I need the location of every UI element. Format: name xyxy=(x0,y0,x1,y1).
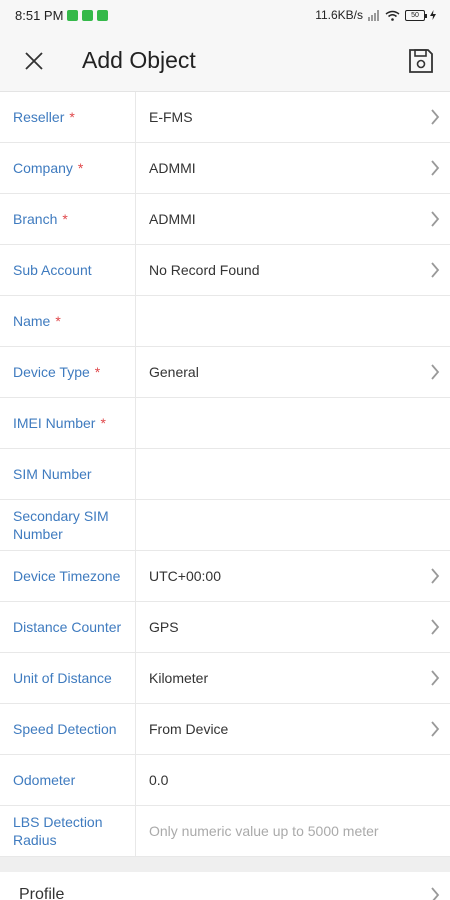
form-row[interactable]: Reseller * E-FMS xyxy=(0,92,450,143)
wifi-icon xyxy=(385,10,400,21)
chevron-right-icon xyxy=(420,653,450,703)
form-row[interactable]: LBS Detection Radius Only numeric value u… xyxy=(0,806,450,857)
status-time: 8:51 PM xyxy=(15,7,64,23)
field-label: Sub Account xyxy=(0,245,136,295)
chevron-right-icon xyxy=(420,602,450,652)
form-row[interactable]: Sub Account No Record Found xyxy=(0,245,450,296)
field-value[interactable]: General xyxy=(136,347,420,397)
required-marker: * xyxy=(55,313,61,329)
field-value[interactable] xyxy=(136,449,450,499)
field-value[interactable]: Kilometer xyxy=(136,653,420,703)
notification-icon xyxy=(97,9,109,21)
object-form: Reseller * E-FMS Company * ADMMI Branch * ADMMI S… xyxy=(0,92,450,857)
field-label-text: LBS Detection Radius xyxy=(13,814,103,848)
field-value[interactable] xyxy=(136,500,450,550)
field-label: IMEI Number * xyxy=(0,398,136,448)
field-label-text: Reseller xyxy=(13,109,65,125)
chevron-right-icon xyxy=(420,92,450,142)
field-label: Secondary SIM Number xyxy=(0,500,136,550)
chevron-right-icon xyxy=(420,194,450,244)
chevron-right-icon xyxy=(420,704,450,754)
field-value[interactable]: From Device xyxy=(136,704,420,754)
form-row[interactable]: Secondary SIM Number xyxy=(0,500,450,551)
save-button[interactable] xyxy=(406,46,436,76)
form-row[interactable]: Branch * ADMMI xyxy=(0,194,450,245)
close-icon xyxy=(25,51,43,70)
field-label: Branch * xyxy=(0,194,136,244)
field-label-text: Distance Counter xyxy=(13,619,122,635)
field-label: Reseller * xyxy=(0,92,136,142)
field-label-text: Secondary SIM Number xyxy=(13,508,109,542)
form-row[interactable]: Device Type * General xyxy=(0,347,450,398)
notification-icon xyxy=(67,9,79,21)
close-button[interactable] xyxy=(19,46,49,76)
field-label: Unit of Distance xyxy=(0,653,136,703)
field-label: Odometer xyxy=(0,755,136,805)
field-label: SIM Number xyxy=(0,449,136,499)
chevron-right-icon xyxy=(420,886,450,900)
field-label-text: SIM Number xyxy=(13,466,92,482)
required-marker: * xyxy=(100,415,106,431)
form-row[interactable]: Device Timezone UTC+00:00 xyxy=(0,551,450,602)
chevron-right-icon xyxy=(420,551,450,601)
chevron-right-icon xyxy=(420,143,450,193)
field-label: Speed Detection xyxy=(0,704,136,754)
field-value[interactable]: Only numeric value up to 5000 meter xyxy=(136,806,450,856)
field-label-text: Unit of Distance xyxy=(13,670,112,686)
form-row[interactable]: Unit of Distance Kilometer xyxy=(0,653,450,704)
page-title: Add Object xyxy=(82,47,196,73)
field-label: Name * xyxy=(0,296,136,346)
save-icon xyxy=(409,48,433,73)
form-row[interactable]: Name * xyxy=(0,296,450,347)
section-divider xyxy=(0,857,450,872)
form-row[interactable]: Speed Detection From Device xyxy=(0,704,450,755)
field-label-text: Branch xyxy=(13,211,58,227)
form-row[interactable]: SIM Number xyxy=(0,449,450,500)
field-label-text: Sub Account xyxy=(13,262,92,278)
field-label-text: Company xyxy=(13,160,73,176)
required-marker: * xyxy=(94,364,101,380)
whatsapp-icon xyxy=(82,9,94,21)
field-label-text: Device Type xyxy=(13,364,90,380)
network-speed: 11.6KB/s xyxy=(315,8,363,22)
field-label: Device Type * xyxy=(0,347,136,397)
signal-icon xyxy=(368,9,379,21)
field-value[interactable]: UTC+00:00 xyxy=(136,551,420,601)
field-label-text: Name xyxy=(13,313,51,329)
form-row[interactable]: Company * ADMMI xyxy=(0,143,450,194)
chevron-right-icon xyxy=(420,347,450,397)
field-value[interactable]: E-FMS xyxy=(136,92,420,142)
field-value[interactable]: GPS xyxy=(136,602,420,652)
app-header: Add Object xyxy=(0,30,450,92)
profile-row[interactable]: Profile xyxy=(0,872,450,900)
field-label-text: Device Timezone xyxy=(13,568,121,584)
field-label-text: Speed Detection xyxy=(13,721,117,737)
field-label: Company * xyxy=(0,143,136,193)
required-marker: * xyxy=(69,109,75,125)
form-row[interactable]: Odometer 0.0 xyxy=(0,755,450,806)
chevron-right-icon xyxy=(420,245,450,295)
field-value[interactable] xyxy=(136,296,450,346)
field-label: LBS Detection Radius xyxy=(0,806,136,856)
field-value[interactable] xyxy=(136,398,450,448)
profile-label: Profile xyxy=(19,885,65,900)
form-row[interactable]: IMEI Number * xyxy=(0,398,450,449)
charging-icon xyxy=(430,10,436,20)
field-label-text: IMEI Number xyxy=(13,415,96,431)
required-marker: * xyxy=(62,211,68,227)
battery-icon: 50 xyxy=(405,9,427,21)
field-value[interactable]: ADMMI xyxy=(136,194,420,244)
field-value[interactable]: ADMMI xyxy=(136,143,420,193)
field-label: Distance Counter xyxy=(0,602,136,652)
field-label-text: Odometer xyxy=(13,772,76,788)
field-value[interactable]: 0.0 xyxy=(136,755,450,805)
status-bar: 8:51 PM 11.6KB/s 50 xyxy=(0,0,450,30)
form-row[interactable]: Distance Counter GPS xyxy=(0,602,450,653)
field-label: Device Timezone xyxy=(0,551,136,601)
field-value[interactable]: No Record Found xyxy=(136,245,420,295)
required-marker: * xyxy=(77,160,84,176)
